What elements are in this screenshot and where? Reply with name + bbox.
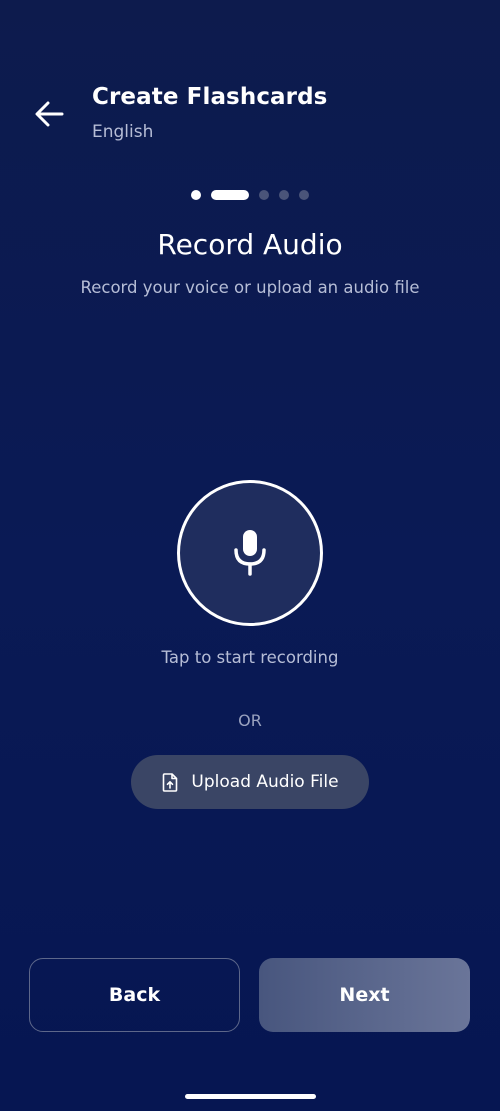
- step-dot-1: [191, 190, 201, 200]
- home-indicator[interactable]: [185, 1094, 316, 1099]
- step-dot-5: [299, 190, 309, 200]
- step-subtitle: Record your voice or upload an audio fil…: [80, 278, 420, 297]
- step-dot-2-active: [211, 190, 249, 200]
- step-dot-3: [259, 190, 269, 200]
- step-title: Record Audio: [157, 228, 343, 261]
- or-separator: OR: [238, 711, 262, 730]
- file-upload-icon: [161, 772, 179, 792]
- step-dot-4: [279, 190, 289, 200]
- arrow-left-icon: [35, 101, 64, 127]
- microphone-icon: [234, 530, 266, 576]
- record-hint: Tap to start recording: [161, 648, 339, 667]
- upload-audio-button[interactable]: Upload Audio File: [131, 755, 369, 809]
- next-button[interactable]: Next: [259, 958, 470, 1032]
- step-progress-indicator: [0, 190, 500, 200]
- language-subtitle: English: [92, 122, 154, 142]
- back-button[interactable]: Back: [29, 958, 240, 1032]
- create-flashcards-screen: Create Flashcards English Record Audio R…: [0, 0, 500, 1111]
- page-title: Create Flashcards: [92, 84, 328, 110]
- upload-audio-label: Upload Audio File: [191, 772, 339, 792]
- record-button[interactable]: [177, 480, 323, 626]
- back-arrow-button[interactable]: [30, 95, 68, 133]
